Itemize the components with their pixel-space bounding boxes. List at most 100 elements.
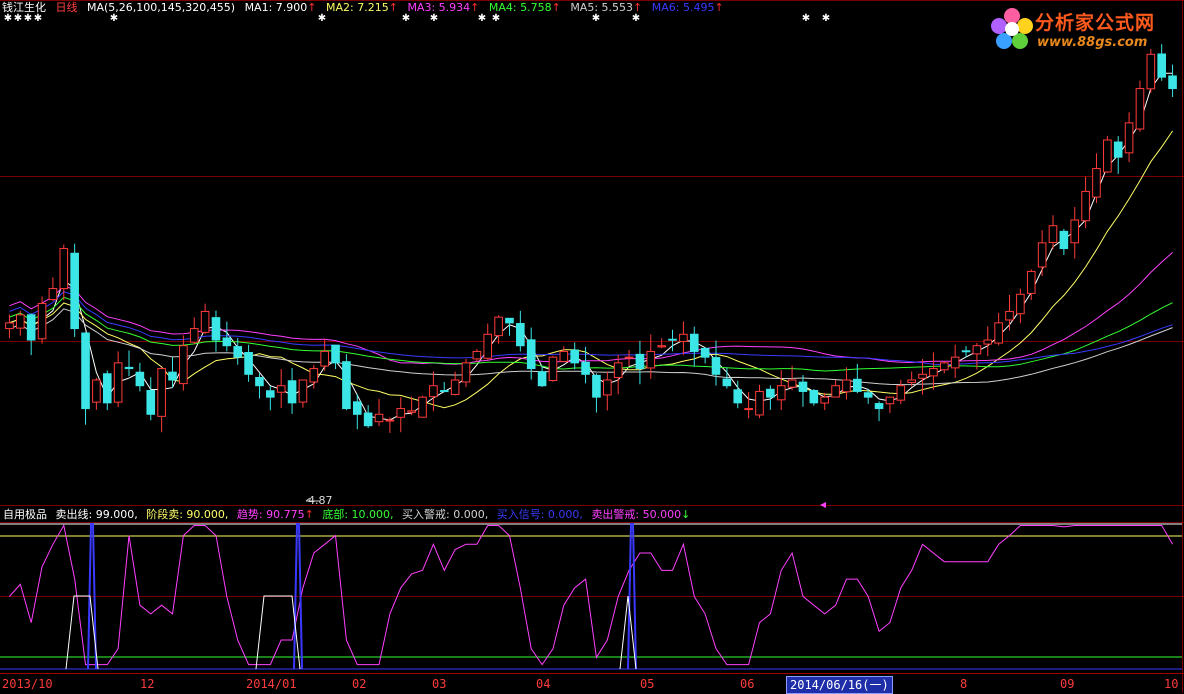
sell-alert-value: 卖出警戒: 50.000↓ xyxy=(591,508,691,521)
candle xyxy=(1113,136,1123,174)
stage-sell-value: 阶段卖: 90.000, xyxy=(146,508,229,521)
bottom-value: 底部: 10.000, xyxy=(322,508,394,521)
candle xyxy=(537,365,547,388)
signal-star-icon: ✱ xyxy=(802,13,810,24)
candle xyxy=(874,401,884,422)
candle xyxy=(1092,153,1101,204)
candle xyxy=(287,367,297,414)
candle xyxy=(581,346,590,384)
candle xyxy=(1070,207,1080,259)
candle xyxy=(1059,228,1069,256)
candle xyxy=(603,371,612,411)
x-tick: 02 xyxy=(352,677,367,691)
candle xyxy=(516,310,525,352)
candle xyxy=(776,370,786,411)
candle xyxy=(1124,112,1134,163)
candlesticks xyxy=(5,44,1177,433)
candle xyxy=(37,296,47,344)
signal-star-icon: ✱ xyxy=(822,13,830,24)
candle xyxy=(994,312,1003,346)
candle xyxy=(461,358,471,388)
candle xyxy=(179,335,188,391)
ma4-value: MA4: 5.758↑ xyxy=(488,1,561,14)
main-chart-header: 钱江生化 日线 MA(5,26,100,145,320,455) MA1: 7.… xyxy=(2,1,730,15)
indicator-header: 自用极品 卖出线: 99.000, 阶段卖: 90.000, 趋势: 90.77… xyxy=(3,508,695,522)
candle xyxy=(26,313,36,356)
candle xyxy=(689,326,699,367)
x-tick: 04 xyxy=(536,677,551,691)
candle xyxy=(92,377,101,410)
candle xyxy=(613,354,623,395)
candle xyxy=(244,344,253,382)
candle xyxy=(624,350,634,367)
candle xyxy=(983,326,993,357)
candle xyxy=(439,382,449,393)
cursor-date-label: 2014/06/16(一) xyxy=(786,676,893,694)
candle xyxy=(1048,215,1058,250)
buy-alert-value: 买入警戒: 0.000, xyxy=(402,508,489,521)
candle xyxy=(396,397,406,433)
candle xyxy=(374,398,384,427)
candle xyxy=(266,386,275,411)
candle xyxy=(1016,288,1025,324)
stock-chart-canvas[interactable]: ✱ ✱ ✱ ✱ ✱ ✱ ✱ ✱ ✱ ✱ ✱ ✱ ✱ ✱ xyxy=(0,0,1184,693)
candle xyxy=(939,361,949,374)
candle xyxy=(200,303,210,334)
sell-line-value: 卖出线: 99.000, xyxy=(55,508,138,521)
candle xyxy=(1135,80,1145,132)
candle xyxy=(363,405,373,428)
candle xyxy=(5,314,14,339)
candle xyxy=(1168,64,1177,97)
candle xyxy=(831,380,840,398)
candle xyxy=(809,389,819,406)
trend-line xyxy=(9,524,1174,666)
x-tick: 2013/10 xyxy=(2,677,53,691)
candle xyxy=(733,380,743,409)
scroll-marker-icon[interactable] xyxy=(820,502,826,508)
x-tick: 09 xyxy=(1060,677,1075,691)
x-tick: 03 xyxy=(432,677,447,691)
logo-url: www.88gs.com xyxy=(1037,35,1148,50)
flower-logo-icon xyxy=(991,8,1033,49)
site-logo: 分析家公式网 www.88gs.com xyxy=(989,6,1174,56)
candle xyxy=(657,338,666,349)
candle xyxy=(1081,176,1090,229)
period-label[interactable]: 日线 xyxy=(56,1,78,14)
candle xyxy=(1026,269,1036,301)
candle xyxy=(189,317,199,345)
candle xyxy=(559,346,569,362)
candle xyxy=(950,344,960,378)
buy-alert-box xyxy=(65,595,99,670)
candle xyxy=(755,384,764,419)
ma3-value: MA3: 5.934↑ xyxy=(407,1,480,14)
candle xyxy=(635,340,645,385)
candle xyxy=(342,354,351,411)
ma-params: MA(5,26,100,145,320,455) xyxy=(87,1,236,14)
candle xyxy=(766,385,775,410)
candle xyxy=(472,349,482,362)
candle xyxy=(59,244,69,301)
candle xyxy=(70,243,79,337)
indicator-name[interactable]: 自用极品 xyxy=(3,508,47,521)
candle xyxy=(1005,294,1014,331)
candle xyxy=(211,310,221,352)
buy-signal-value: 买入信号: 0.000, xyxy=(496,508,583,521)
candle xyxy=(722,367,732,389)
ma1-value: MA1: 7.900↑ xyxy=(244,1,317,14)
candle xyxy=(124,350,134,377)
chart-frame xyxy=(0,0,1184,693)
candle xyxy=(885,396,895,413)
x-tick: 10 xyxy=(1164,677,1179,691)
candle xyxy=(276,369,286,409)
x-tick: 12 xyxy=(140,677,155,691)
candle xyxy=(418,395,427,418)
candle xyxy=(853,363,862,394)
x-tick: 8 xyxy=(960,677,968,691)
candle xyxy=(483,323,493,360)
candle xyxy=(255,373,264,399)
candle xyxy=(570,342,579,370)
candle xyxy=(679,321,688,355)
trend-value: 趋势: 90.775↑ xyxy=(236,508,314,521)
candle xyxy=(135,362,145,392)
candle xyxy=(48,277,58,301)
